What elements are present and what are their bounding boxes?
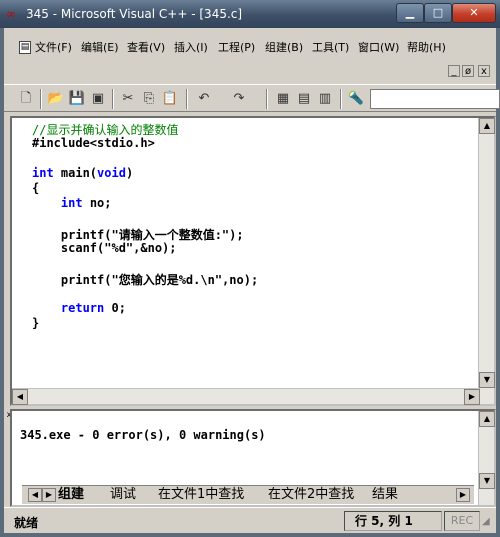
tab-results[interactable]: 结果 bbox=[372, 487, 398, 504]
standard-toolbar: 🗋 📂 💾 ▣ ✂ ⎘ 📋 ↶ ↷ ▦ ▤ ▥ 🔦 bbox=[4, 84, 500, 112]
tab-build[interactable]: 组建 bbox=[58, 487, 84, 504]
toolbar-separator bbox=[340, 89, 342, 109]
find-combo-input[interactable] bbox=[370, 89, 500, 109]
open-folder-icon[interactable]: 📂 bbox=[46, 89, 66, 109]
scroll-down-icon[interactable]: ▼ bbox=[479, 473, 495, 489]
output-window-icon[interactable]: ▤ bbox=[294, 89, 314, 109]
code-line: { bbox=[32, 181, 40, 195]
menu-insert[interactable]: 插入(I) bbox=[174, 39, 208, 55]
code-fragment: no; bbox=[82, 196, 112, 210]
code-editor[interactable]: //显示并确认输入的整数值 #include<stdio.h> int main… bbox=[10, 116, 496, 406]
save-all-icon[interactable]: ▣ bbox=[88, 89, 108, 109]
close-button[interactable]: ✕ bbox=[452, 3, 496, 23]
keyword-return: return bbox=[60, 301, 105, 315]
redo-icon[interactable]: ↷ bbox=[229, 89, 249, 109]
code-line: scanf("%d",&no); bbox=[32, 241, 177, 255]
editor-vertical-scrollbar[interactable]: ▲ ▼ bbox=[478, 118, 495, 404]
title-bar: ∞ 345 - Microsoft Visual C++ - [345.c] ▁… bbox=[0, 0, 500, 28]
window-list-icon[interactable]: ▥ bbox=[315, 89, 335, 109]
mdi-restore-button[interactable]: ø bbox=[462, 65, 474, 77]
tab-find-in-files-2[interactable]: 在文件2中查找 bbox=[268, 487, 354, 504]
code-line: printf("您输入的是%d.\n",no); bbox=[32, 273, 259, 287]
status-bar: 就绪 行 5, 列 1 REC ◢ bbox=[4, 507, 496, 533]
save-icon[interactable]: 💾 bbox=[67, 89, 87, 109]
keyword-int: int bbox=[32, 166, 54, 180]
menu-build[interactable]: 组建(B) bbox=[265, 39, 303, 55]
scroll-right-icon[interactable]: ▶ bbox=[464, 389, 480, 405]
tab-find-in-files-1[interactable]: 在文件1中查找 bbox=[158, 487, 244, 504]
code-fragment: ) bbox=[125, 166, 134, 180]
menu-file[interactable]: 文件(F) bbox=[35, 39, 72, 55]
minimize-button[interactable]: ▁ bbox=[396, 3, 424, 23]
output-tab-strip: ◀ ▶ 组建 调试 在文件1中查找 在文件2中查找 结果 ▶ bbox=[22, 485, 474, 504]
rec-indicator: REC bbox=[444, 511, 480, 531]
editor-horizontal-scrollbar[interactable]: ◀ ▶ bbox=[12, 388, 480, 405]
resize-grip-icon[interactable]: ◢ bbox=[482, 516, 496, 530]
toolbar-separator bbox=[40, 89, 42, 109]
workspace-icon[interactable]: ▦ bbox=[273, 89, 293, 109]
mdi-minimize-button[interactable]: _ bbox=[448, 65, 460, 77]
code-line: #include<stdio.h> bbox=[32, 136, 155, 150]
visual-cpp-app-icon[interactable]: ∞ bbox=[6, 8, 20, 21]
new-file-icon[interactable]: 🗋 bbox=[16, 89, 36, 109]
tab-scroll-right-icon[interactable]: ▶ bbox=[42, 488, 56, 502]
code-line: int main(void) bbox=[32, 166, 133, 180]
code-fragment: main( bbox=[53, 166, 98, 180]
menu-edit[interactable]: 编辑(E) bbox=[81, 39, 119, 55]
mdi-close-button[interactable]: x bbox=[478, 65, 490, 77]
tab-scroll-left-icon[interactable]: ◀ bbox=[28, 488, 42, 502]
scroll-up-icon[interactable]: ▲ bbox=[479, 118, 495, 134]
tab-strip-scroll-right-icon[interactable]: ▶ bbox=[456, 488, 470, 502]
scroll-up-icon[interactable]: ▲ bbox=[479, 411, 495, 427]
code-line: int no; bbox=[32, 196, 112, 210]
keyword-void: void bbox=[97, 166, 126, 180]
code-line: } bbox=[32, 316, 40, 330]
document-icon[interactable]: ▤ bbox=[19, 41, 31, 54]
undo-icon[interactable]: ↶ bbox=[194, 89, 214, 109]
scroll-left-icon[interactable]: ◀ bbox=[12, 389, 28, 405]
toolbar-separator bbox=[186, 89, 188, 109]
output-message: 345.exe - 0 error(s), 0 warning(s) bbox=[20, 428, 266, 442]
status-ready-text: 就绪 bbox=[14, 516, 39, 530]
menu-bar: ▤ 文件(F) 编辑(E) 查看(V) 插入(I) 工程(P) 组建(B) 工具… bbox=[4, 30, 496, 80]
menu-help[interactable]: 帮助(H) bbox=[407, 39, 446, 55]
keyword-int: int bbox=[60, 196, 83, 210]
toolbar-separator bbox=[112, 89, 114, 109]
window-title: 345 - Microsoft Visual C++ - [345.c] bbox=[26, 7, 243, 21]
menu-window[interactable]: 窗口(W) bbox=[358, 39, 399, 55]
code-fragment: 0; bbox=[104, 301, 126, 315]
output-vertical-scrollbar[interactable]: ▲ ▼ bbox=[478, 411, 495, 505]
maximize-button[interactable]: □ bbox=[424, 3, 452, 23]
cursor-position: 行 5, 列 1 bbox=[344, 511, 442, 531]
toolbar-separator bbox=[266, 89, 268, 109]
copy-icon[interactable]: ⎘ bbox=[139, 89, 159, 109]
tab-debug[interactable]: 调试 bbox=[110, 487, 136, 504]
scroll-down-icon[interactable]: ▼ bbox=[479, 372, 495, 388]
paste-icon[interactable]: 📋 bbox=[160, 89, 180, 109]
menu-tools[interactable]: 工具(T) bbox=[312, 39, 349, 55]
find-in-files-icon[interactable]: 🔦 bbox=[346, 89, 366, 109]
menu-view[interactable]: 查看(V) bbox=[127, 39, 165, 55]
menu-project[interactable]: 工程(P) bbox=[218, 39, 255, 55]
cut-icon[interactable]: ✂ bbox=[118, 89, 138, 109]
code-line: return 0; bbox=[32, 301, 126, 315]
